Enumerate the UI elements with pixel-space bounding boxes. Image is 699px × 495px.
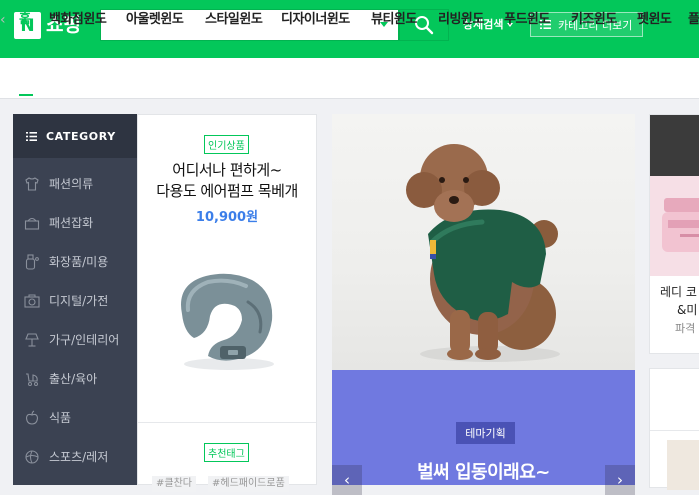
category-header: CATEGORY bbox=[13, 114, 137, 158]
window-nav-bar bbox=[0, 58, 699, 99]
product-title[interactable]: 어디서나 편하게~ 다용도 에어펌프 목베개 bbox=[138, 160, 316, 202]
side-card-title-line1: 레디 코 bbox=[660, 285, 697, 299]
nav-item-outlet[interactable]: 아울렛윈도 bbox=[126, 10, 184, 30]
sidebar-item-label: 가구/인테리어 bbox=[49, 333, 120, 347]
sidebar-item-label: 스포츠/레저 bbox=[49, 450, 109, 464]
card-divider bbox=[138, 422, 316, 423]
nav-item-pet[interactable]: 펫윈도 bbox=[637, 10, 672, 30]
sidebar-item-label: 출산/육아 bbox=[49, 372, 98, 386]
side-card-header bbox=[650, 115, 699, 176]
sidebar-item-baby[interactable]: 출산/육아 bbox=[13, 359, 137, 398]
cosmetics-icon bbox=[23, 253, 41, 271]
side-card-divider bbox=[650, 430, 699, 431]
sidebar-item-label: 디지털/가전 bbox=[49, 294, 109, 308]
nav-item-style[interactable]: 스타일윈도 bbox=[205, 10, 263, 30]
category-title: CATEGORY bbox=[46, 129, 116, 143]
nav-item-food[interactable]: 푸드윈도 bbox=[504, 10, 550, 30]
product-title-line2: 다용도 에어펌프 목베개 bbox=[156, 182, 298, 200]
theme-banner-image[interactable] bbox=[332, 114, 635, 370]
sidebar-item-label: 식품 bbox=[49, 411, 72, 425]
nav-prev-icon[interactable]: ‹ bbox=[0, 12, 6, 28]
nav-active-indicator bbox=[19, 94, 33, 96]
nav-item-home[interactable]: 홈 bbox=[19, 10, 31, 30]
cosmetic-jar-image bbox=[662, 198, 699, 252]
nav-item-living[interactable]: 리빙윈도 bbox=[438, 10, 484, 30]
theme-badge: 테마기획 bbox=[456, 422, 515, 444]
shirt-icon bbox=[23, 175, 41, 193]
chevron-right-icon[interactable]: › bbox=[605, 465, 635, 495]
side-product-image bbox=[650, 176, 699, 276]
dog-photo bbox=[406, 144, 560, 362]
sidebar-item-label: 패션잡화 bbox=[49, 216, 94, 230]
sidebar-item-digital[interactable]: 디지털/가전 bbox=[13, 281, 137, 320]
banner-title[interactable]: 벌써 입동이래요~ bbox=[332, 458, 635, 484]
nav-item-next-partial[interactable]: 플 bbox=[688, 10, 699, 30]
nav-item-kids[interactable]: 키즈윈도 bbox=[571, 10, 617, 30]
sidebar-item-fashion-goods[interactable]: 패션잡화 bbox=[13, 203, 137, 242]
sidebar-item-fashion-clothing[interactable]: 패션의류 bbox=[13, 164, 137, 203]
hashtag-chip[interactable]: #헤드패이드로품 bbox=[208, 476, 289, 492]
search-icon bbox=[415, 16, 434, 35]
sports-icon bbox=[23, 448, 41, 466]
sidebar-item-furniture[interactable]: 가구/인테리어 bbox=[13, 320, 137, 359]
neck-pillow-image[interactable] bbox=[168, 262, 286, 380]
lamp-icon bbox=[23, 331, 41, 349]
product-title-line1: 어디서나 편하게~ bbox=[172, 161, 282, 179]
apple-icon bbox=[23, 409, 41, 427]
nav-item-designer[interactable]: 디자이너윈도 bbox=[281, 10, 350, 30]
camera-icon bbox=[23, 292, 41, 310]
sidebar-item-cosmetics[interactable]: 화장품/미용 bbox=[13, 242, 137, 281]
bag-icon bbox=[23, 214, 41, 232]
sidebar-item-sports[interactable]: 스포츠/레저 bbox=[13, 437, 137, 476]
hashtag-chip[interactable]: #클찬다 bbox=[152, 476, 196, 492]
sidebar-item-label: 패션의류 bbox=[49, 177, 94, 191]
popular-badge: 인기상품 bbox=[204, 135, 249, 154]
chevron-left-icon[interactable]: ‹ bbox=[332, 465, 362, 495]
product-price: 10,900원 bbox=[195, 210, 259, 225]
side-card-sub: 파격 bbox=[675, 322, 696, 335]
stroller-icon bbox=[23, 370, 41, 388]
recommend-tag-badge: 추천태그 bbox=[204, 443, 249, 462]
side-card-title-line2: &미 bbox=[677, 303, 698, 317]
nav-item-beauty[interactable]: 뷰티윈도 bbox=[371, 10, 417, 30]
list-icon bbox=[26, 131, 37, 141]
side-product-image-2 bbox=[667, 440, 699, 490]
nav-item-department[interactable]: 백화점윈도 bbox=[49, 10, 107, 30]
sidebar-item-food[interactable]: 식품 bbox=[13, 398, 137, 437]
sidebar-item-label: 화장품/미용 bbox=[49, 255, 109, 269]
